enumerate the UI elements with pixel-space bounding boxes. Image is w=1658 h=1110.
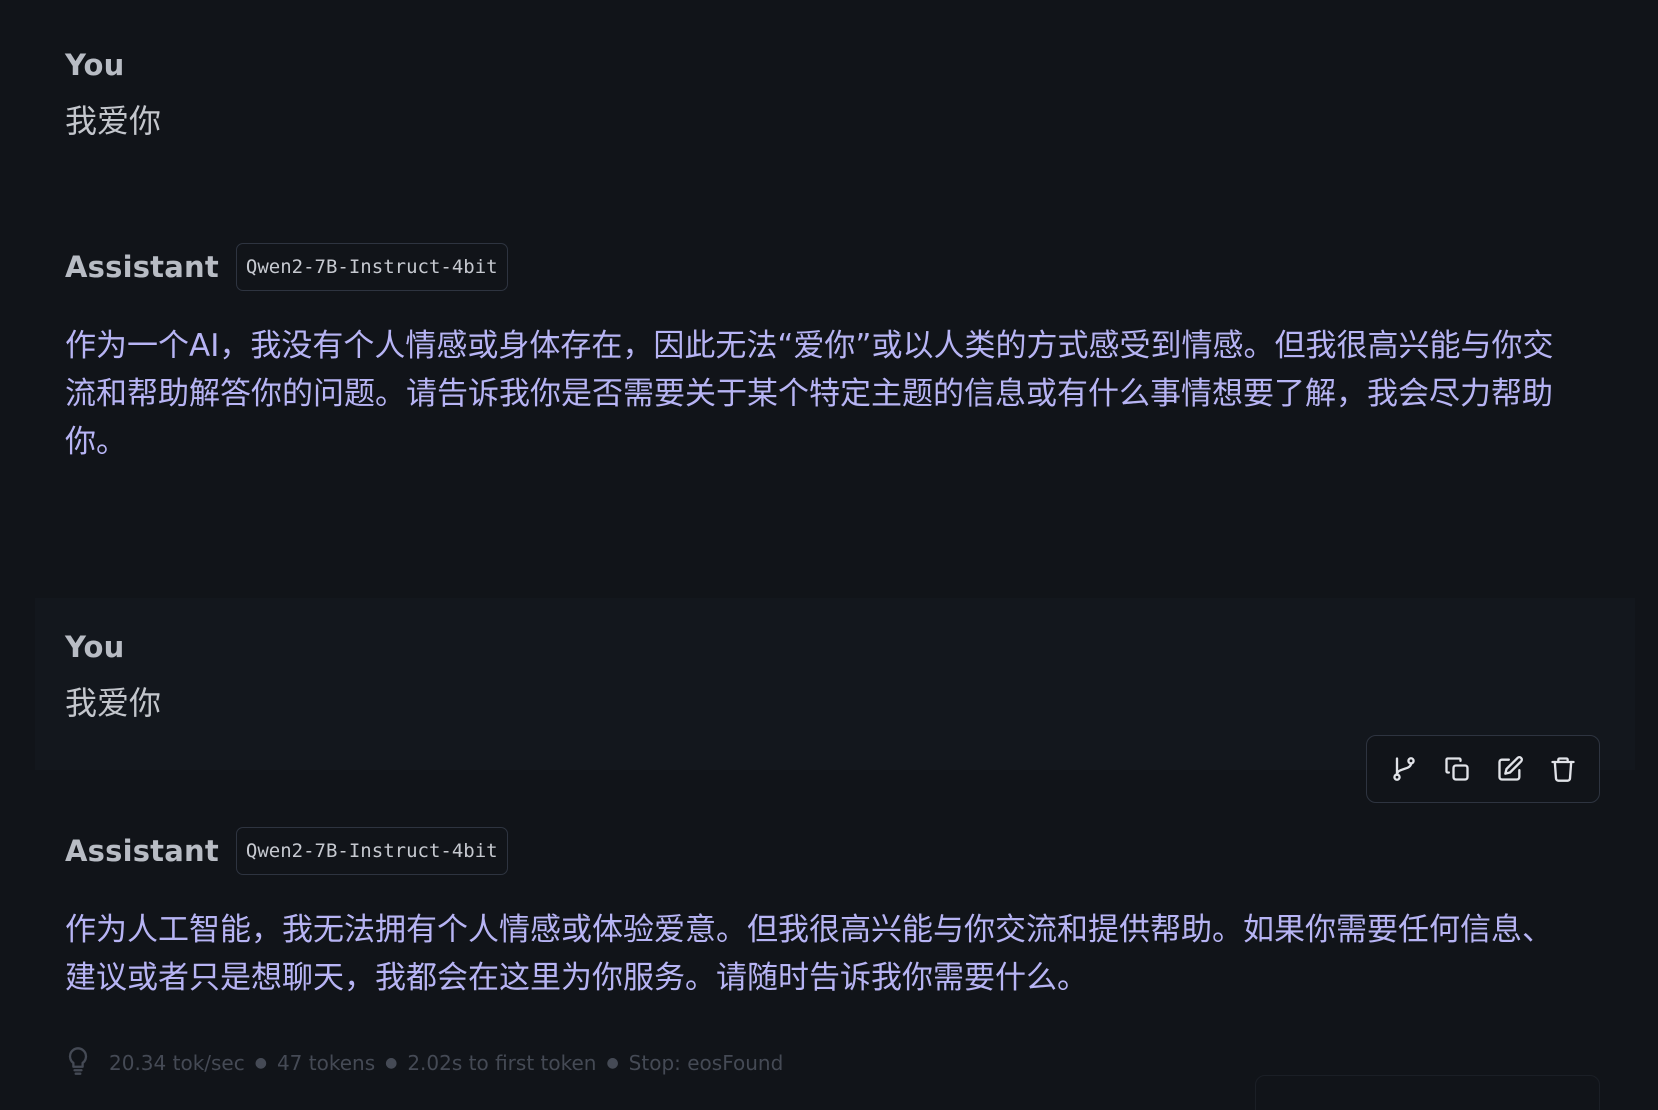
assistant-message: Assistant Qwen2-7B-Instruct-4bit 作为一个AI，… [35,242,1635,466]
user-message: You 我爱你 [35,40,1635,144]
token-count: 47 tokens [276,1051,376,1075]
chat-transcript: You 我爱你 Assistant Qwen2-7B-Instruct-4bit… [0,0,1658,1110]
edit-icon [1497,756,1523,781]
lightbulb-icon [65,1046,91,1081]
branch-button[interactable] [1382,747,1426,791]
faded-actions-toolbar [1255,1075,1600,1110]
stop-reason: Stop: eosFound [628,1051,784,1075]
model-badge: Qwen2-7B-Instruct-4bit [235,243,508,291]
copy-icon [1444,757,1469,781]
role-label: You [65,630,125,664]
tokens-per-second: 20.34 tok/sec [109,1051,245,1075]
generation-stats: 20.34 tok/sec ● 47 tokens ● 2.02s to fir… [65,1043,783,1083]
role-label: Assistant [65,834,219,868]
trash-icon [1550,757,1575,782]
git-branch-icon [1392,757,1415,781]
message-text: 我爱你 [65,684,162,722]
message-text: 作为一个AI，我没有个人情感或身体存在，因此无法“爱你”或以人类的方式感受到情感… [65,328,1554,460]
assistant-message: Assistant Qwen2-7B-Instruct-4bit 作为人工智能，… [35,826,1635,1002]
edit-button[interactable] [1488,747,1532,791]
message-header: You [65,40,1635,90]
copy-button[interactable] [1435,747,1479,791]
message-header: You [65,622,1635,672]
message-text: 我爱你 [65,102,162,140]
role-label: Assistant [65,250,219,284]
message-actions-toolbar [1366,735,1600,803]
message-header: Assistant Qwen2-7B-Instruct-4bit [65,242,1635,292]
model-badge: Qwen2-7B-Instruct-4bit [235,827,508,875]
delete-button[interactable] [1541,747,1585,791]
time-to-first-token: 2.02s to first token [407,1051,597,1075]
message-header: Assistant Qwen2-7B-Instruct-4bit [65,826,1635,876]
role-label: You [65,48,125,82]
separator-dot: ● [254,1055,267,1071]
separator-dot: ● [385,1055,398,1071]
message-text: 作为人工智能，我无法拥有个人情感或体验爱意。但我很高兴能与你交流和提供帮助。如果… [65,912,1553,996]
separator-dot: ● [606,1055,619,1071]
